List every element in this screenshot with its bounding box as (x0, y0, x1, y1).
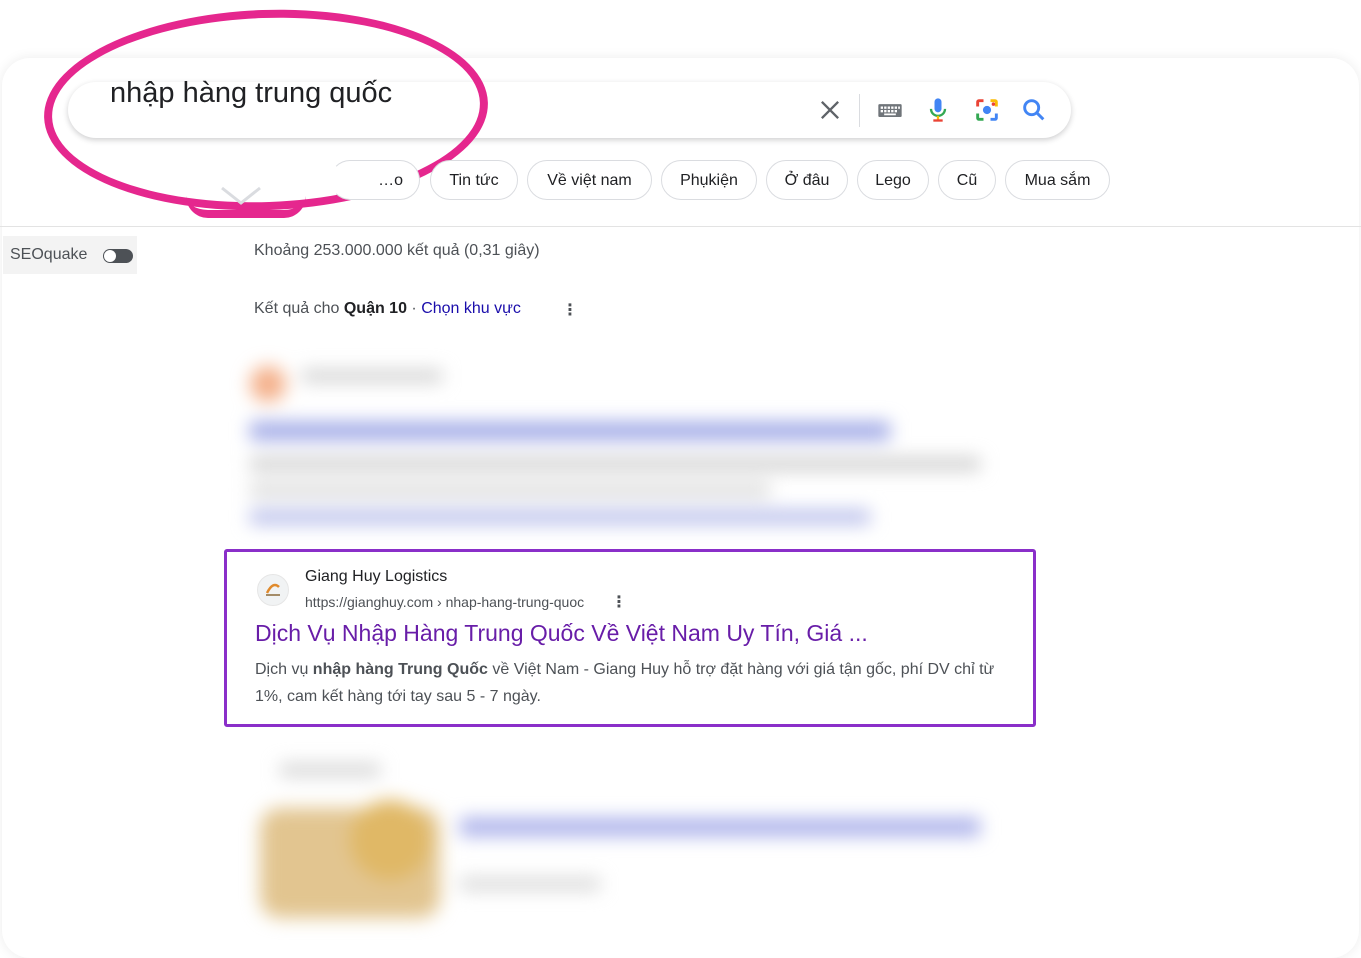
blurred-result-bottom (240, 760, 1000, 930)
seoquake-toggle[interactable] (103, 249, 133, 263)
site-favicon (257, 574, 289, 606)
result-stats: Khoảng 253.000.000 kết quả (0,31 giây) (254, 242, 540, 259)
chevron-down-icon[interactable] (220, 186, 262, 206)
microphone-icon[interactable] (924, 96, 952, 124)
chip-tin-tuc[interactable]: Tin tức (430, 160, 518, 200)
chip-mua-sam[interactable]: Mua sắm (1005, 160, 1110, 200)
toggle-knob (104, 250, 116, 262)
seoquake-panel: SEOquake (3, 236, 137, 274)
chip-partial[interactable]: …o (330, 160, 420, 200)
result-more-icon[interactable]: ⋮ (611, 592, 627, 612)
choose-region-link[interactable]: Chọn khu vực (421, 300, 521, 317)
chip-cu[interactable]: Cũ (938, 160, 996, 200)
region-place: Quận 10 (343, 300, 407, 317)
logo-icon (265, 583, 280, 596)
region-separator: · (406, 300, 422, 317)
keyboard-icon[interactable] (876, 96, 904, 124)
highlighted-result[interactable]: Giang Huy Logistics https://gianghuy.com… (224, 549, 1036, 727)
search-icon[interactable] (1020, 96, 1048, 124)
site-url[interactable]: https://gianghuy.com › nhap-hang-trung-q… (305, 594, 584, 610)
chip-phu-kien[interactable]: Phụkiện (661, 160, 757, 200)
chip-lego[interactable]: Lego (857, 160, 929, 200)
region-prefix: Kết quả cho (254, 300, 344, 317)
search-divider (859, 94, 860, 127)
chip-o-dau[interactable]: Ở đâu (766, 160, 848, 200)
result-title-link[interactable]: Dịch Vụ Nhập Hàng Trung Quốc Về Việt Nam… (255, 620, 868, 647)
header-divider (0, 226, 1361, 227)
chip-ve-viet-nam[interactable]: Về việt nam (527, 160, 652, 200)
more-options-icon[interactable]: ⋮ (562, 300, 578, 320)
region-line: Kết quả cho Quận 10 · Chọn khu vực ⋮ (254, 300, 578, 319)
lens-icon[interactable] (973, 96, 1001, 124)
close-icon[interactable] (816, 96, 844, 124)
site-name: Giang Huy Logistics (305, 568, 448, 585)
seoquake-label: SEOquake (10, 246, 88, 263)
result-snippet: Dịch vụ nhập hàng Trung Quốc về Việt Nam… (255, 661, 995, 705)
blurred-result-top (240, 360, 1000, 540)
